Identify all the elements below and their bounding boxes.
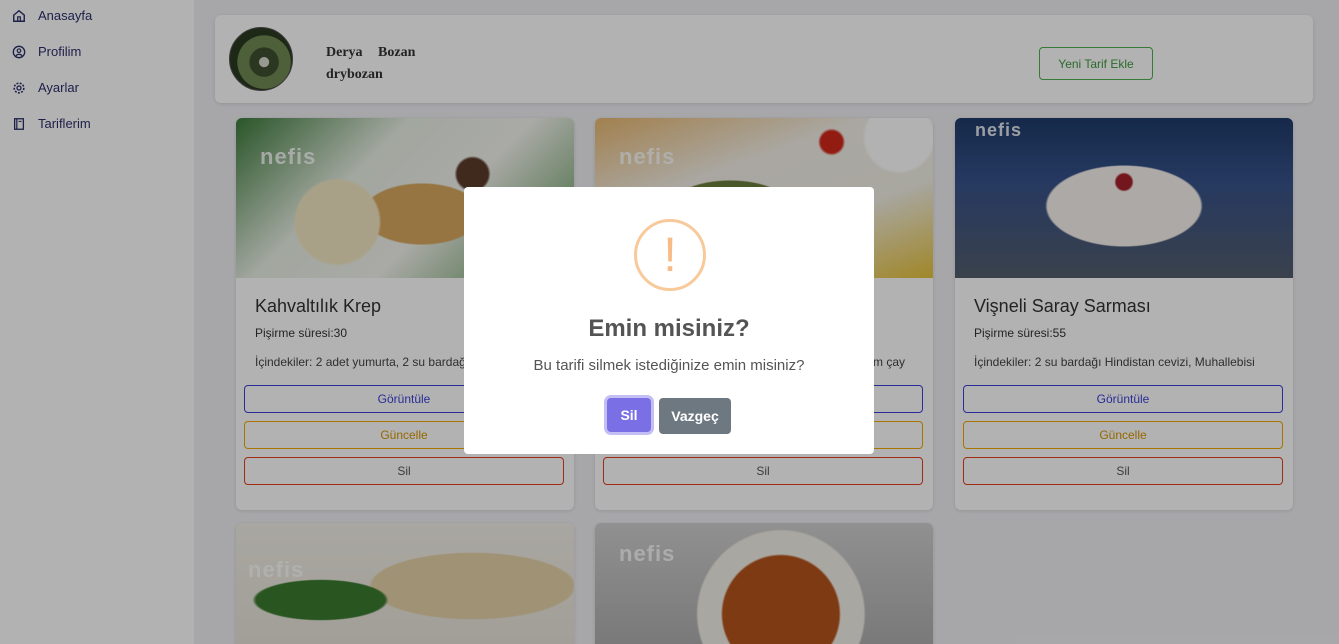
- confirm-dialog: ! Emin misiniz? Bu tarifi silmek istediğ…: [464, 187, 874, 454]
- cancel-button[interactable]: Vazgeç: [659, 398, 731, 434]
- dialog-message: Bu tarifi silmek istediğinize emin misin…: [533, 357, 805, 374]
- dialog-title: Emin misiniz?: [588, 315, 750, 342]
- warning-icon: !: [634, 219, 706, 291]
- confirm-delete-button[interactable]: Sil: [607, 398, 651, 432]
